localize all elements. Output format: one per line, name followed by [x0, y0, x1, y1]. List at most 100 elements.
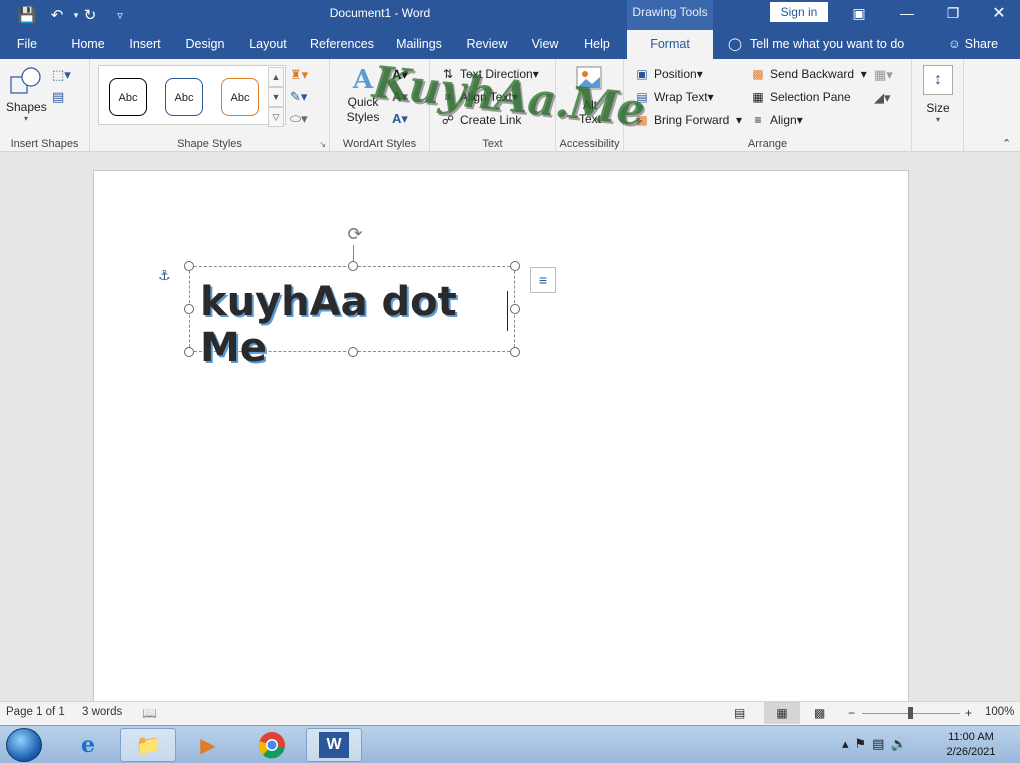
close-icon[interactable]: ✕: [976, 0, 1020, 26]
quick-styles-label: Quick Styles: [346, 95, 380, 124]
shapes-button[interactable]: Shapes ▾: [6, 65, 47, 129]
edit-shape-icon[interactable]: ⬚▾: [52, 67, 71, 83]
tab-home[interactable]: Home: [62, 30, 114, 59]
rotate-objects-icon[interactable]: ◢▾: [874, 90, 891, 106]
selection-pane-icon: ▦: [752, 90, 764, 104]
gallery-up-icon[interactable]: ▲: [268, 67, 284, 87]
taskbar: e 📁 ▶ W ▴⚑▤🔊 11:00 AM 2/26/2021: [0, 725, 1020, 763]
zoom-out-icon[interactable]: −: [848, 706, 855, 720]
media-player-icon[interactable]: ▶: [180, 728, 236, 762]
tab-review[interactable]: Review: [460, 30, 514, 59]
rotate-connector: [353, 245, 354, 261]
create-link-button[interactable]: ☍ Create Link: [440, 113, 521, 127]
tab-design[interactable]: Design: [178, 30, 232, 59]
page-count[interactable]: Page 1 of 1: [6, 706, 65, 718]
save-icon[interactable]: 💾: [17, 5, 37, 25]
gallery-down-icon[interactable]: ▼: [268, 87, 284, 107]
alt-text-button[interactable]: Alt Text: [570, 65, 610, 126]
draw-textbox-icon[interactable]: ▤: [52, 89, 64, 105]
resize-handle-top[interactable]: [348, 261, 358, 271]
share-label: Share: [964, 37, 999, 51]
layout-options-icon[interactable]: ≡: [530, 267, 556, 293]
system-tray[interactable]: ▴⚑▤🔊: [842, 736, 913, 752]
web-layout-icon[interactable]: ▩: [814, 706, 825, 720]
text-outline-icon[interactable]: A▾: [392, 89, 408, 105]
shape-style-preset-1[interactable]: Abc: [109, 78, 147, 116]
resize-handle-bottom-right[interactable]: [510, 347, 520, 357]
tab-help[interactable]: Help: [576, 30, 618, 59]
resize-handle-right[interactable]: [510, 304, 520, 314]
quick-styles-button[interactable]: A Quick Styles: [340, 65, 386, 125]
proofing-icon[interactable]: 📖: [142, 706, 157, 720]
share-button[interactable]: ☺ Share: [948, 30, 998, 59]
tell-me-search[interactable]: ◯ Tell me what you want to do: [728, 30, 904, 59]
zoom-level[interactable]: 100%: [985, 706, 1014, 718]
tab-mailings[interactable]: Mailings: [388, 30, 450, 59]
resize-handle-bottom[interactable]: [348, 347, 358, 357]
tab-format[interactable]: Format: [627, 30, 713, 59]
tab-view[interactable]: View: [524, 30, 566, 59]
resize-handle-top-right[interactable]: [510, 261, 520, 271]
selection-pane-button[interactable]: ▦ Selection Pane: [750, 90, 850, 104]
document-page[interactable]: ⚓ ⟳ kuyhAa dot Me ≡: [93, 170, 909, 710]
shape-fill-icon[interactable]: ♜▾: [290, 67, 308, 83]
word-count[interactable]: 3 words: [82, 706, 122, 718]
text-effects-icon[interactable]: A▾: [392, 111, 408, 127]
shape-styles-gallery: Abc Abc Abc: [98, 65, 286, 125]
tab-file[interactable]: File: [8, 30, 46, 59]
align-button[interactable]: ≡ Align ▾: [750, 113, 802, 127]
wrap-text-button[interactable]: ▤ Wrap Text ▾: [634, 90, 713, 104]
shape-effects-icon[interactable]: ⬭▾: [290, 111, 308, 127]
tab-references[interactable]: References: [306, 30, 378, 59]
read-mode-icon[interactable]: ▤: [734, 706, 745, 720]
word-taskbar-icon[interactable]: W: [306, 728, 362, 762]
chrome-icon[interactable]: [244, 728, 300, 762]
group-accessibility: Alt Text Accessibility: [556, 59, 624, 152]
text-fill-icon[interactable]: A▾: [392, 67, 408, 83]
print-layout-icon[interactable]: ▦: [764, 702, 800, 724]
bring-forward-button[interactable]: ▩ Bring Forward ▾: [634, 113, 742, 127]
tab-layout[interactable]: Layout: [240, 30, 296, 59]
customize-toolbar-icon[interactable]: ▿: [110, 5, 130, 25]
undo-icon[interactable]: ↶: [47, 5, 67, 25]
resize-handle-left[interactable]: [184, 304, 194, 314]
align-text-button[interactable]: ≡ Align Text ▾: [440, 90, 517, 104]
contextual-tab-group: Drawing Tools: [627, 0, 713, 30]
chrome-logo: [258, 732, 285, 759]
group-label-accessibility: Accessibility: [559, 138, 620, 150]
zoom-in-icon[interactable]: +: [965, 706, 972, 720]
shape-outline-icon[interactable]: ✎▾: [290, 89, 307, 105]
group-text: ⇅ Text Direction ▾ ≡ Align Text ▾ ☍ Create Li…: [430, 59, 556, 152]
size-button[interactable]: ↕ Size ▾: [922, 65, 954, 124]
tab-insert[interactable]: Insert: [122, 30, 168, 59]
resize-handle-top-left[interactable]: [184, 261, 194, 271]
ribbon-tabs: File Home Insert Design Layout Reference…: [0, 30, 1020, 59]
group-objects-icon[interactable]: ▦▾: [874, 67, 893, 83]
shape-style-preset-2[interactable]: Abc: [165, 78, 203, 116]
collapse-ribbon-icon[interactable]: ⌃: [1002, 137, 1011, 150]
dialog-launcher-icon[interactable]: ↘: [319, 140, 326, 149]
minimize-icon[interactable]: —: [884, 0, 930, 26]
resize-handle-bottom-left[interactable]: [184, 347, 194, 357]
redo-icon[interactable]: ↻: [80, 5, 100, 25]
shape-style-preset-3[interactable]: Abc: [221, 78, 259, 116]
ribbon-display-options-icon[interactable]: ▣: [836, 0, 882, 26]
sign-in-button[interactable]: Sign in: [770, 2, 828, 22]
rotate-handle-icon[interactable]: ⟳: [344, 223, 366, 245]
start-button[interactable]: [6, 728, 42, 762]
gallery-more-icon[interactable]: ▽: [268, 107, 284, 127]
bring-forward-label: Bring Forward: [654, 113, 730, 127]
send-backward-button[interactable]: ▩ Send Backward ▾: [750, 67, 866, 81]
group-label-arrange: Arrange: [747, 138, 788, 150]
internet-explorer-icon[interactable]: e: [60, 728, 116, 762]
group-shape-styles: Abc Abc Abc ▲ ▼ ▽ ♜▾ ✎▾ ⬭▾ Shape Styles …: [90, 59, 330, 152]
text-box-content[interactable]: kuyhAa dot Me: [200, 279, 514, 371]
file-explorer-icon[interactable]: 📁: [120, 728, 176, 762]
text-box[interactable]: kuyhAa dot Me: [184, 261, 520, 371]
system-clock[interactable]: 11:00 AM 2/26/2021: [940, 730, 1002, 760]
position-button[interactable]: ▣ Position ▾: [634, 67, 702, 81]
restore-icon[interactable]: ❐: [930, 0, 976, 26]
text-direction-button[interactable]: ⇅ Text Direction ▾: [440, 67, 539, 81]
zoom-slider-thumb[interactable]: [908, 707, 913, 719]
size-icon: ↕: [923, 65, 953, 95]
